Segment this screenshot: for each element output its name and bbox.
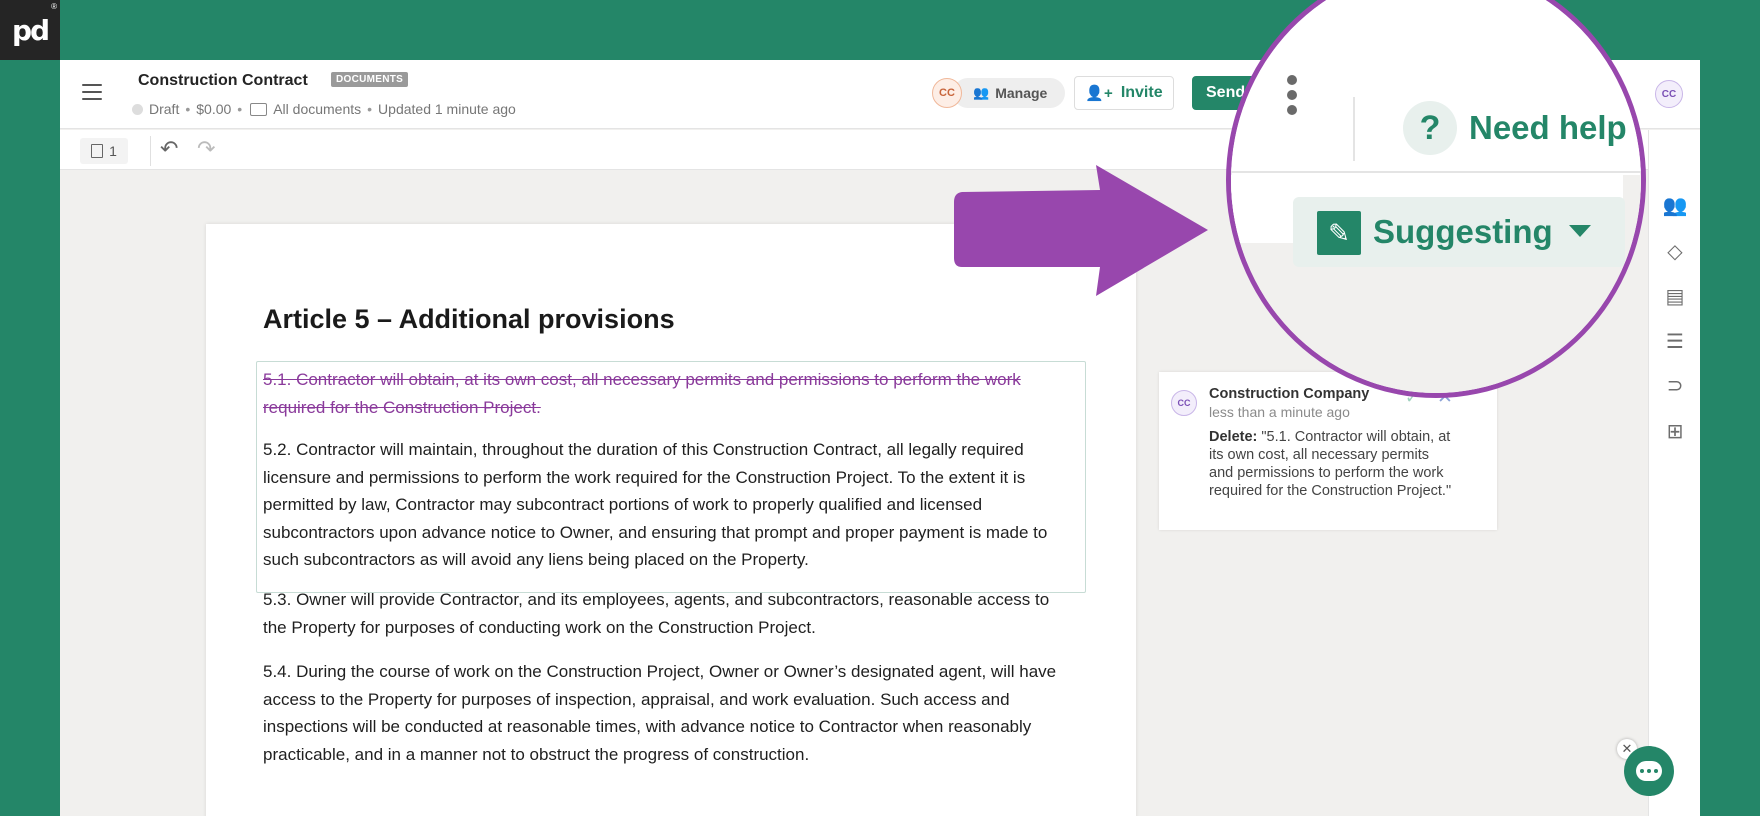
deleted-paragraph[interactable]: 5.1. Contractor will obtain, at its own … [263, 366, 1063, 421]
undo-icon[interactable]: ↶ [160, 136, 178, 162]
invite-label: Invite [1120, 84, 1163, 101]
document-type-badge: DOCUMENTS [331, 72, 409, 87]
chat-launcher-button[interactable] [1624, 746, 1674, 796]
suggesting-label: Suggesting [1373, 213, 1553, 250]
article-heading[interactable]: Article 5 – Additional provisions [263, 304, 675, 335]
meta-separator: • [185, 101, 191, 117]
document-title[interactable]: Construction Contract [138, 72, 308, 90]
updated-text: Updated 1 minute ago [378, 101, 516, 117]
paragraph-5-2[interactable]: 5.2. Contractor will maintain, throughou… [263, 436, 1063, 574]
folder-link[interactable]: All documents [273, 101, 361, 117]
zoom-divider [1353, 97, 1355, 161]
menu-icon[interactable] [82, 84, 102, 100]
comment-body: Delete: "5.1. Contractor will obtain, at… [1209, 428, 1454, 500]
meta-separator: • [367, 101, 373, 117]
logo-text: pd [11, 13, 50, 47]
status-dot-icon [132, 103, 143, 115]
comment-author-avatar: CC [1171, 390, 1197, 416]
chevron-down-icon [1569, 225, 1591, 237]
recipient-avatar[interactable]: CC [932, 78, 962, 108]
apps-icon[interactable]: ⊞ [1662, 418, 1688, 444]
pages-icon [91, 144, 104, 158]
meta-separator: • [237, 101, 243, 117]
manage-button[interactable]: 👥 Manage [953, 78, 1065, 108]
zoom-callout-circle: ? Need help ✎ Suggesting [1226, 0, 1646, 398]
chat-bubble-icon [1636, 761, 1662, 781]
people-icon: 👥 [973, 85, 990, 100]
right-sidebar-rail: 👥 ◇ ▤ ☰ ⊃ ⊞ [1648, 130, 1700, 816]
paragraph-5-4[interactable]: 5.4. During the course of work on the Co… [263, 658, 1063, 768]
document-meta: Draft • $0.00 • All documents • Updated … [132, 101, 516, 117]
user-avatar[interactable]: CC [1655, 80, 1683, 108]
paragraph-5-3[interactable]: 5.3. Owner will provide Contractor, and … [263, 586, 1063, 641]
help-icon[interactable]: ? [1403, 101, 1457, 155]
page-count-value: 1 [109, 143, 117, 159]
suggest-edit-icon: ✎ [1317, 211, 1361, 255]
document-page: Article 5 – Additional provisions 5.1. C… [206, 224, 1136, 816]
shapes-icon[interactable]: ◇ [1662, 238, 1688, 264]
people-icon[interactable]: 👥 [1662, 192, 1688, 218]
paperclip-icon[interactable]: ⊃ [1662, 372, 1688, 398]
database-icon[interactable]: ☰ [1662, 328, 1688, 354]
suggesting-mode-dropdown[interactable]: ✎ Suggesting [1293, 197, 1625, 267]
registered-mark: ® [51, 2, 57, 11]
folder-icon [250, 102, 268, 116]
pandadoc-logo[interactable]: pd ® [0, 0, 60, 60]
more-options-icon[interactable] [1287, 75, 1299, 120]
form-icon[interactable]: ▤ [1662, 283, 1688, 309]
status-text: Draft [149, 101, 180, 117]
page-count-button[interactable]: 1 [80, 138, 128, 164]
redo-icon[interactable]: ↷ [197, 136, 215, 162]
add-person-icon: 👤+ [1085, 85, 1113, 102]
invite-button[interactable]: 👤+ Invite [1074, 76, 1174, 110]
manage-label: Manage [995, 85, 1048, 101]
comment-timestamp: less than a minute ago [1209, 404, 1350, 420]
toolbar-divider [150, 136, 151, 166]
comment-action-label: Delete: [1209, 429, 1258, 445]
need-help-link[interactable]: Need help [1469, 109, 1627, 147]
amount-text[interactable]: $0.00 [196, 101, 231, 117]
